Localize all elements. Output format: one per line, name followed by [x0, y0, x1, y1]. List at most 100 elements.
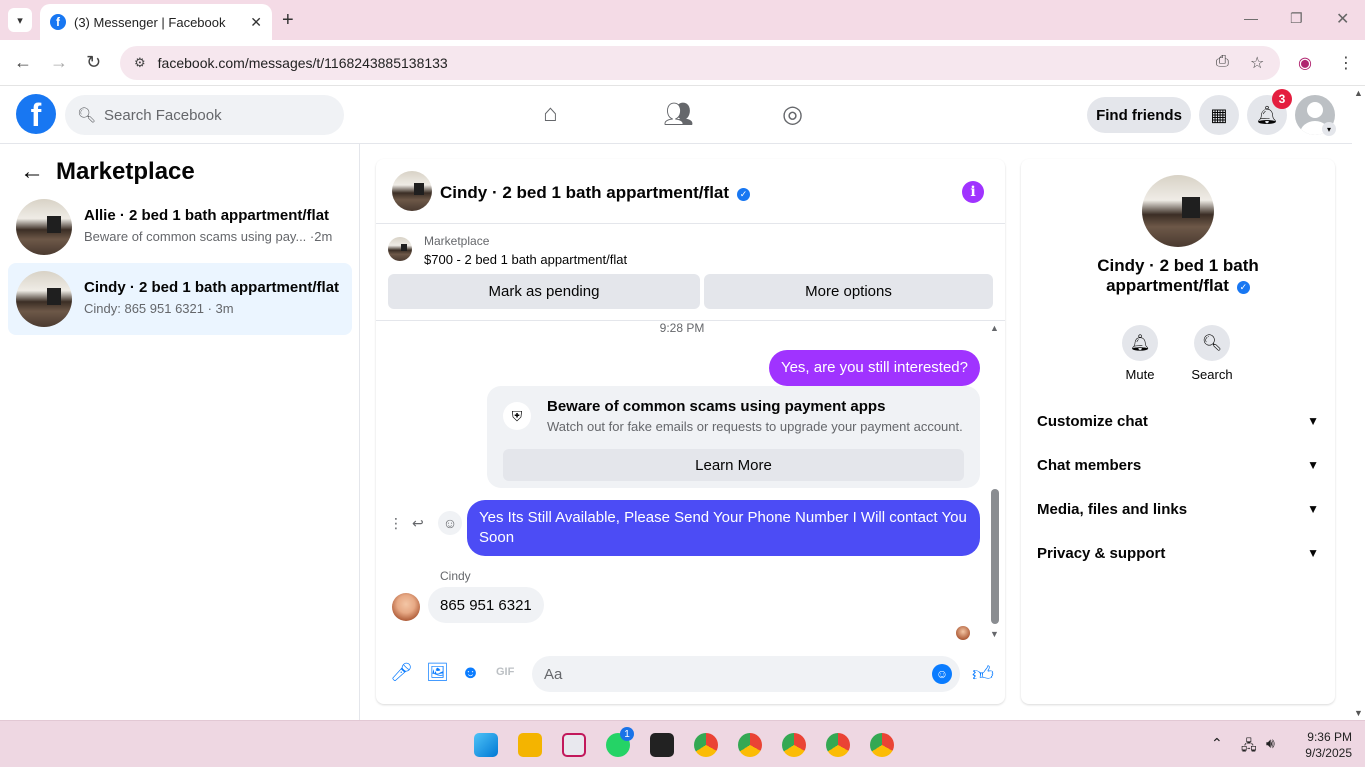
learn-more-button[interactable]: Learn More — [503, 449, 964, 481]
restore-icon[interactable]: ❐ — [1290, 10, 1303, 27]
scroll-down-icon[interactable]: ▼ — [1354, 708, 1363, 718]
message-input[interactable]: Aa — [532, 656, 960, 692]
emoji-icon[interactable]: ☺ — [932, 664, 952, 684]
reload-icon[interactable]: ↻ — [86, 52, 101, 73]
gif-icon[interactable]: GIF — [496, 666, 514, 678]
scroll-up-icon[interactable]: ▲ — [1354, 88, 1363, 98]
chevron-down-icon: ▼ — [1307, 458, 1319, 472]
search-button[interactable]: 🔍︎ Search — [1182, 325, 1242, 382]
windows-taskbar: 1 ⌃ 🖧︎ 🔊︎ 9:36 PM 9/3/2025 — [0, 720, 1365, 767]
bookmark-star-icon[interactable]: ☆ — [1250, 53, 1264, 73]
search-placeholder: Search Facebook — [104, 106, 222, 124]
chat-avatar[interactable] — [392, 171, 432, 211]
sticky-notes-icon[interactable] — [650, 733, 674, 757]
listing-thumbnail[interactable] — [388, 237, 412, 261]
chevron-down-icon: ▼ — [1307, 546, 1319, 560]
photo-icon[interactable]: 🖼︎ — [426, 662, 449, 683]
site-settings-icon[interactable]: ⚙ — [134, 55, 146, 71]
file-explorer-icon[interactable] — [518, 733, 542, 757]
reply-icon[interactable]: ↩ — [412, 515, 424, 532]
minimize-icon[interactable]: — — [1244, 10, 1258, 26]
home-icon[interactable]: ⌂ — [543, 100, 558, 128]
incoming-message[interactable]: 865 951 6321 — [428, 587, 544, 623]
microphone-icon[interactable]: 🎤︎ — [390, 662, 413, 683]
conversation-item-active[interactable]: Cindy · 2 bed 1 bath appartment/flat Cin… — [8, 263, 352, 335]
media-files-links-row[interactable]: Media, files and links ▼ — [1037, 487, 1319, 531]
row-label: Media, files and links — [1037, 500, 1188, 518]
chrome-icon[interactable] — [870, 733, 894, 757]
chevron-up-icon[interactable]: ⌃ — [1211, 735, 1223, 752]
mute-button[interactable]: 🔔︎ Mute — [1110, 325, 1170, 382]
new-tab-icon[interactable]: + — [282, 9, 294, 32]
outgoing-message[interactable]: Yes, are you still interested? — [768, 350, 980, 386]
snipping-tool-icon[interactable] — [562, 733, 586, 757]
chrome-icon[interactable] — [826, 733, 850, 757]
search-input[interactable]: 🔍︎ Search Facebook — [65, 95, 344, 135]
chat-window: Cindy · 2 bed 1 bath appartment/flat ✓ i … — [376, 159, 1005, 704]
chrome-icon[interactable] — [694, 733, 718, 757]
contact-avatar[interactable] — [1142, 175, 1214, 247]
url-field[interactable]: ⚙ facebook.com/messages/t/11682438851381… — [120, 46, 1280, 80]
verified-badge-icon: ✓ — [1236, 281, 1250, 294]
customize-chat-row[interactable]: Customize chat ▼ — [1037, 399, 1319, 443]
install-app-icon[interactable]: ⎙ — [1216, 53, 1229, 71]
browser-tab[interactable]: f (3) Messenger | Facebook ✕ — [40, 4, 272, 40]
outgoing-message[interactable]: Yes Its Still Available, Please Send You… — [467, 500, 980, 556]
privacy-support-row[interactable]: Privacy & support ▼ — [1037, 531, 1319, 575]
sticker-icon[interactable]: ☻ — [461, 662, 480, 683]
tab-search-button[interactable]: ▾ — [8, 8, 32, 32]
conversation-preview: Beware of common scams using pay... ·2m — [84, 229, 333, 244]
scroll-down-icon[interactable]: ▼ — [990, 629, 999, 639]
menu-dots-icon[interactable]: ⋮ — [1338, 53, 1354, 73]
mute-label: Mute — [1125, 367, 1155, 382]
scam-warning-title: Beware of common scams using payment app… — [547, 398, 886, 415]
scroll-up-icon[interactable]: ▲ — [990, 323, 999, 333]
windows-start-icon[interactable] — [474, 733, 498, 757]
thumbs-up-icon[interactable]: 👍︎ — [972, 661, 994, 687]
back-arrow-icon[interactable]: ← — [20, 158, 44, 186]
chevron-down-icon[interactable]: ▾ — [1322, 122, 1336, 136]
clock-date: 9/3/2025 — [1305, 746, 1352, 760]
row-label: Customize chat — [1037, 412, 1148, 430]
sender-name: Cindy — [440, 569, 471, 583]
forward-icon[interactable]: → — [50, 52, 68, 73]
message-list: 9:28 PM Yes, are you still interested? ⛨… — [376, 321, 1005, 641]
volume-icon[interactable]: 🔊︎ — [1266, 735, 1275, 752]
back-icon[interactable]: ← — [14, 52, 32, 73]
chat-members-row[interactable]: Chat members ▼ — [1037, 443, 1319, 487]
facebook-logo-icon[interactable]: f — [16, 94, 56, 134]
listing-price[interactable]: $700 - 2 bed 1 bath appartment/flat — [424, 252, 627, 267]
info-icon[interactable]: i — [962, 181, 984, 203]
more-options-button[interactable]: More options — [704, 274, 993, 309]
chat-title-text: Cindy · 2 bed 1 bath appartment/flat — [440, 183, 730, 202]
bell-icon: 🔔︎ — [1122, 325, 1158, 361]
row-label: Privacy & support — [1037, 544, 1166, 562]
message-timestamp: 9:28 PM — [659, 321, 705, 335]
groups-icon[interactable]: ◎ — [782, 100, 803, 129]
scrollbar-thumb[interactable] — [991, 489, 999, 624]
message-scrollbar[interactable]: ▲ ▼ — [989, 321, 1001, 641]
marketplace-sidebar: ← Marketplace Allie · 2 bed 1 bath appar… — [0, 144, 360, 720]
friends-icon[interactable]: 👥︎ — [663, 100, 693, 129]
menu-grid-icon[interactable]: ▦ — [1199, 95, 1239, 135]
sender-avatar[interactable] — [392, 593, 420, 621]
close-window-icon[interactable]: ✕ — [1336, 9, 1349, 29]
chrome-icon[interactable] — [782, 733, 806, 757]
more-actions-icon[interactable]: ⋮ — [389, 515, 403, 532]
network-icon[interactable]: 🖧︎ — [1241, 735, 1257, 759]
find-friends-button[interactable]: Find friends — [1087, 97, 1191, 133]
chevron-down-icon: ▼ — [1307, 502, 1319, 516]
close-tab-icon[interactable]: ✕ — [250, 14, 262, 31]
clock[interactable]: 9:36 PM 9/3/2025 — [1292, 729, 1352, 761]
mark-as-pending-button[interactable]: Mark as pending — [388, 274, 700, 309]
chat-details-panel: Cindy · 2 bed 1 bath appartment/flat ✓ 🔔︎… — [1021, 159, 1335, 704]
conversation-item[interactable]: Allie · 2 bed 1 bath appartment/flat Bew… — [8, 191, 352, 263]
chevron-down-icon: ▼ — [1307, 414, 1319, 428]
chat-title[interactable]: Cindy · 2 bed 1 bath appartment/flat ✓ — [440, 183, 751, 203]
page-scrollbar[interactable]: ▲ ▼ — [1352, 86, 1365, 720]
chrome-icon[interactable] — [738, 733, 762, 757]
shield-icon: ⛨ — [503, 402, 531, 430]
conversation-title: Allie · 2 bed 1 bath appartment/flat — [84, 207, 330, 224]
react-emoji-icon[interactable]: ☺ — [438, 511, 462, 535]
profile-icon[interactable]: ◉ — [1298, 53, 1312, 73]
